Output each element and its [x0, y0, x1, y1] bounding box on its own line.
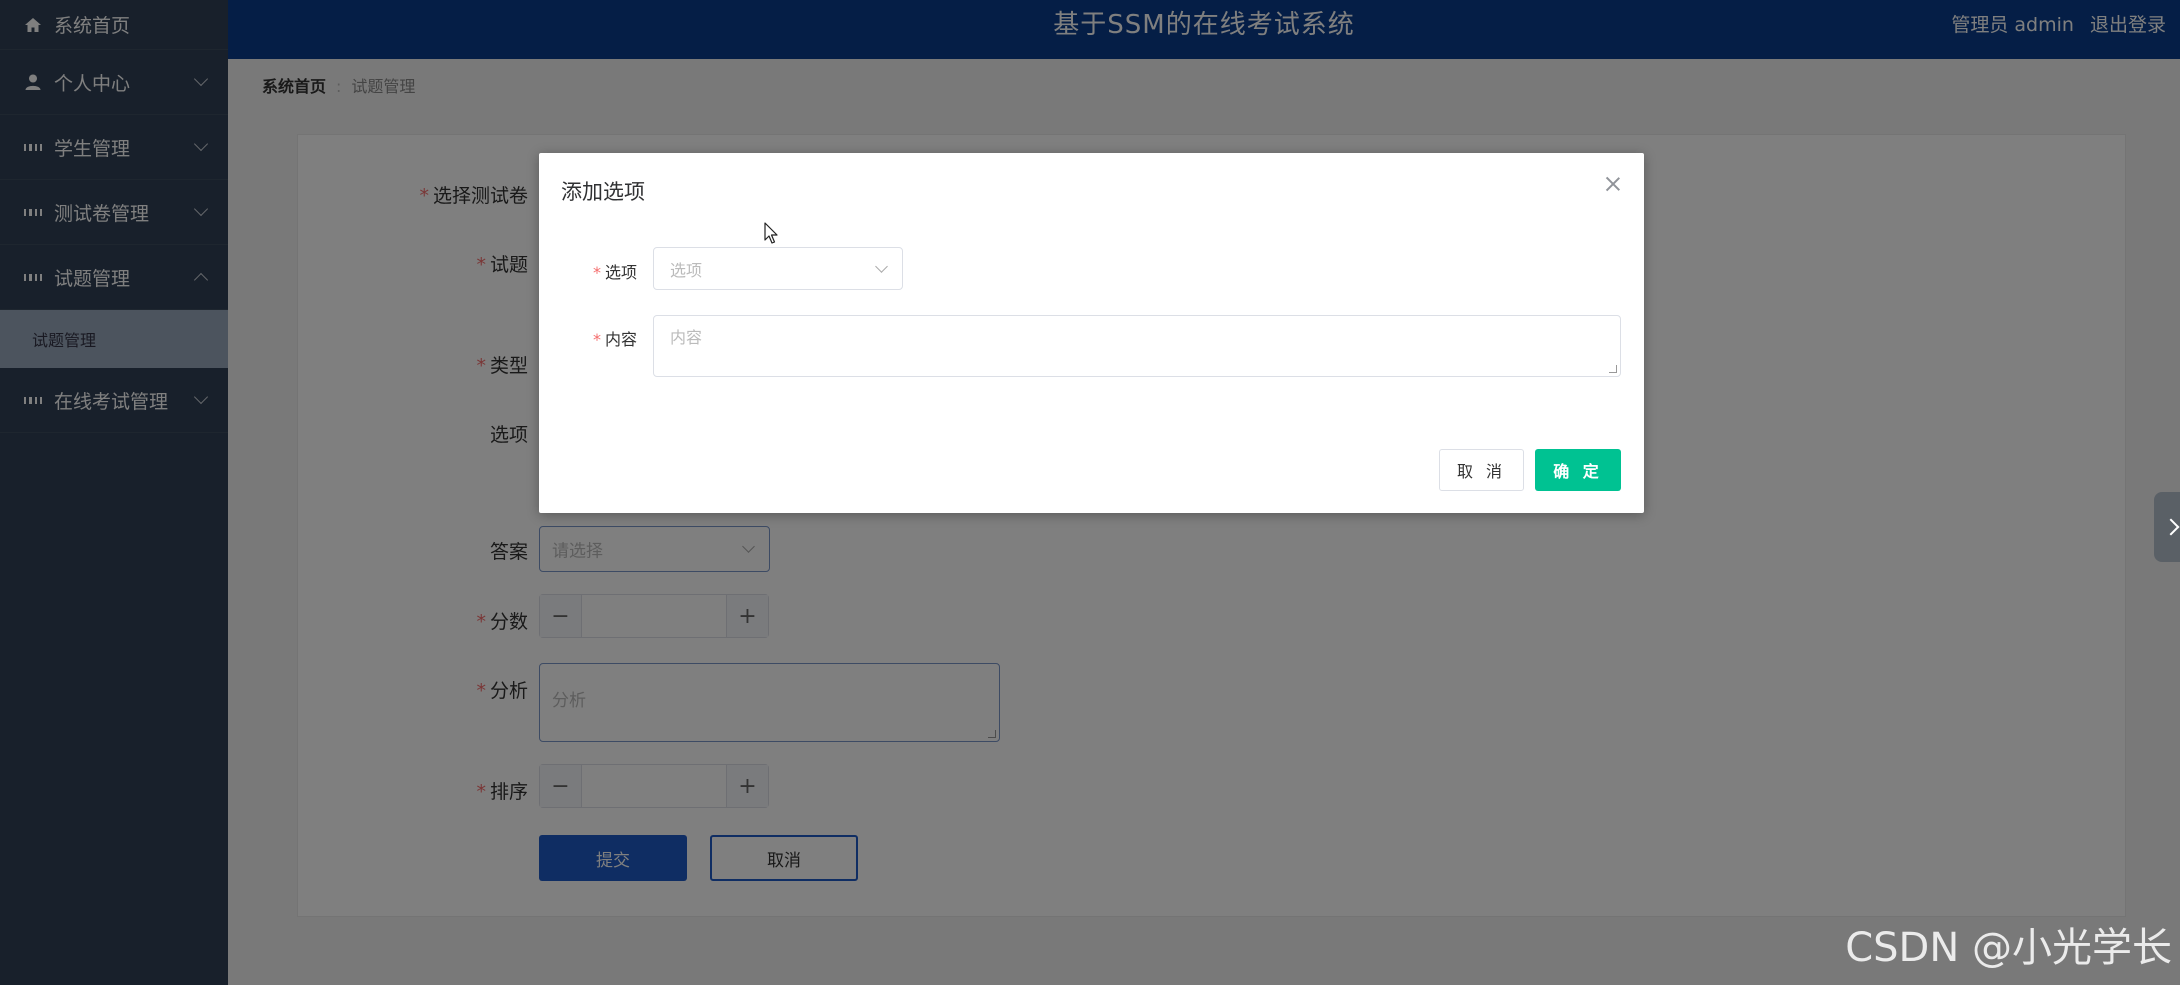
chevron-down-icon	[875, 259, 888, 273]
expand-tab[interactable]	[2154, 492, 2180, 562]
watermark: CSDN @小光学长	[1845, 925, 2172, 971]
option-placeholder: 选项	[670, 260, 703, 280]
close-icon[interactable]	[1604, 175, 1622, 193]
content-placeholder: 内容	[670, 328, 703, 347]
add-option-dialog: 添加选项 * 选项 选项 * 内容 内容 取 消 确 定	[539, 153, 1644, 513]
dialog-confirm-button[interactable]: 确 定	[1535, 449, 1621, 491]
resize-handle[interactable]	[1609, 365, 1617, 373]
option-label: * 选项	[592, 263, 637, 282]
option-select[interactable]: 选项	[653, 247, 903, 290]
content-textarea[interactable]: 内容	[653, 315, 1621, 377]
mouse-cursor-icon	[764, 222, 780, 250]
dialog-cancel-button[interactable]: 取 消	[1439, 449, 1524, 491]
dialog-title: 添加选项	[561, 180, 645, 204]
content-label: * 内容	[592, 330, 637, 349]
